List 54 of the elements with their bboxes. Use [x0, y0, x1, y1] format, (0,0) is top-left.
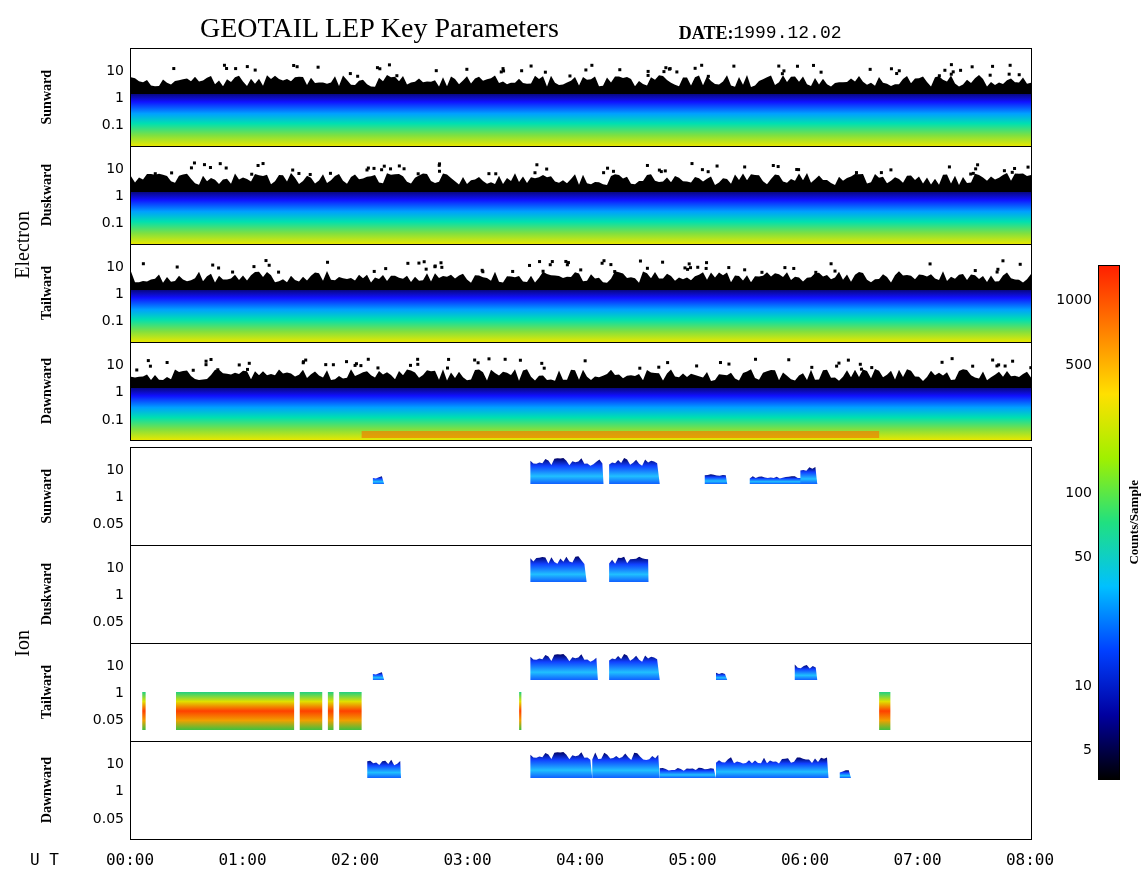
y-tick-label: 10: [106, 657, 124, 672]
y-tick-label: 10: [106, 160, 124, 175]
colorbar-label: Counts/Sample: [1126, 480, 1140, 565]
y-tick-label: 1: [115, 685, 124, 699]
x-tick-label: 02:00: [329, 852, 381, 868]
plot-title: GEOTAIL LEP Key Parameters: [200, 14, 559, 45]
y-tick-label: 1: [115, 286, 124, 300]
y-tick-label: 1: [115, 783, 124, 798]
x-tick-label: 00:00: [104, 852, 156, 868]
panel-label: Tailward: [40, 665, 54, 719]
y-tick-label: 1: [115, 384, 124, 399]
panel-label: Duskward: [40, 562, 54, 626]
y-tick-label: 0.05: [92, 516, 124, 531]
x-tick-label: 03:00: [442, 852, 493, 868]
y-tick-label: 10: [106, 461, 124, 476]
colorbar-tick-label: 50: [1074, 549, 1092, 563]
y-tick-label: 0.05: [92, 811, 124, 826]
colorbar-tick-label: 500: [1065, 357, 1092, 371]
x-tick-label: 07:00: [892, 852, 943, 868]
y-tick-label: 0.1: [101, 215, 124, 230]
y-tick-label: 1: [115, 587, 124, 601]
y-tick-label: 1: [115, 188, 124, 202]
panel-label: Sunward: [40, 468, 54, 524]
colorbar-tick-label: 100: [1065, 485, 1092, 499]
panel-label: Dawnward: [40, 757, 54, 824]
y-tick-label: 10: [106, 356, 124, 371]
panel-label: Duskward: [40, 163, 54, 227]
x-tick-label: 06:00: [779, 852, 831, 868]
panel-label: Dawnward: [40, 358, 54, 425]
date-label: DATE:: [678, 24, 734, 42]
y-tick-label: 10: [106, 559, 124, 574]
y-tick-label: 0.1: [101, 313, 124, 328]
panel-label: Tailward: [40, 266, 54, 320]
date-value: 1999.12.02: [733, 24, 842, 42]
group-label: Ion: [12, 630, 32, 657]
x-tick-label: 01:00: [217, 852, 268, 868]
colorbar-tick-label: 1000: [1056, 292, 1092, 306]
y-tick-label: 0.05: [92, 614, 124, 629]
panel-label: Sunward: [40, 69, 54, 125]
x-tick-label: 08:00: [1004, 852, 1056, 868]
colorbar-tick-label: 10: [1074, 678, 1092, 692]
y-tick-label: 1: [115, 90, 124, 104]
y-tick-label: 0.05: [92, 712, 124, 727]
x-tick-label: 04:00: [554, 852, 606, 868]
colorbar-tick-label: 5: [1083, 742, 1092, 756]
y-tick-label: 10: [106, 258, 124, 273]
y-tick-label: 10: [106, 755, 124, 770]
x-tick-label: 05:00: [667, 852, 718, 868]
group-label: Electron: [12, 210, 32, 279]
y-tick-label: 10: [106, 62, 124, 77]
y-tick-label: 1: [115, 489, 124, 503]
y-tick-label: 0.1: [101, 412, 124, 427]
x-axis-label: U T: [29, 852, 60, 868]
y-tick-label: 0.1: [101, 117, 124, 132]
